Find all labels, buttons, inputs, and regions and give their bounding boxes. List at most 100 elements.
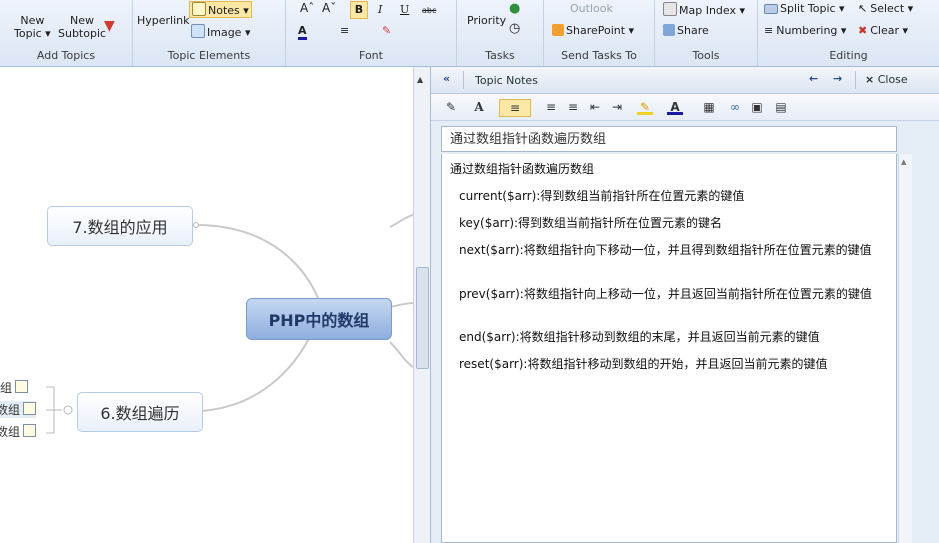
central-topic-label: PHP中的数组 <box>268 311 370 330</box>
scroll-up-arrow-icon[interactable]: ▲ <box>417 75 423 84</box>
new-subtopic-button[interactable]: New Subtopic <box>58 14 106 40</box>
close-icon: × <box>865 73 875 86</box>
topic-7[interactable]: 7.数组的应用 <box>47 206 193 246</box>
image-icon[interactable]: ▣ <box>749 99 765 115</box>
task-icon[interactable]: ● <box>509 2 520 15</box>
font-icon[interactable]: A <box>471 99 487 115</box>
table-icon[interactable]: ▦ <box>701 99 717 115</box>
notes-icon <box>192 2 206 16</box>
callout-icon[interactable]: ▼ <box>104 19 115 33</box>
note-icon[interactable] <box>23 424 37 437</box>
map-canvas[interactable]: 7.数组的应用 PHP中的数组 6.数组遍历 数组 数组 数组 <box>0 67 413 543</box>
group-label-tasks: Tasks <box>485 49 515 62</box>
collapse-dot-topic6 <box>63 405 73 415</box>
hyperlink-button[interactable]: Hyperlink <box>137 14 190 27</box>
note-line: current($arr):得到数组当前指针所在位置元素的键值 <box>459 189 745 203</box>
sharepoint-icon <box>552 24 564 36</box>
topic-6-label: 6.数组遍历 <box>100 404 180 423</box>
group-label-topic-elements: Topic Elements <box>167 49 251 62</box>
image-icon <box>191 24 205 38</box>
connector-right-3 <box>389 341 413 368</box>
group-topic-elements: Hyperlink Notes ▾ Image ▾ Topic Elements <box>133 0 286 66</box>
subtopic-item-3[interactable]: 数组 <box>0 423 37 440</box>
numbering-icon: ≡ <box>764 24 774 37</box>
note-title-field[interactable]: 通过数组指针函数遍历数组 <box>441 126 897 152</box>
align-left-button[interactable]: ≡ <box>499 99 531 117</box>
connector-right-2 <box>389 302 413 308</box>
close-pane-button[interactable]: × Close <box>865 73 908 86</box>
note-editor[interactable]: 通过数组指针函数遍历数组 current($arr):得到数组当前指针所在位置元… <box>441 154 897 543</box>
subtopic-item-1[interactable]: 数组 <box>0 379 29 396</box>
numbered-list-icon[interactable]: ≡ <box>565 99 581 115</box>
new-topic-label-1: New <box>20 14 45 27</box>
group-label-send-tasks-to: Send Tasks To <box>561 49 637 62</box>
map-index-label: Map Index ▾ <box>679 4 746 17</box>
scroll-up-arrow-icon[interactable]: ▲ <box>901 158 906 166</box>
share-button[interactable]: Share <box>663 24 709 37</box>
font-color-icon[interactable]: A <box>667 99 683 115</box>
select-button[interactable]: ↖ Select ▾ <box>858 2 913 15</box>
shrink-font-icon[interactable]: Aˇ <box>322 2 336 15</box>
note-line: 通过数组指针函数遍历数组 <box>450 162 595 176</box>
decrease-indent-icon[interactable]: ⇤ <box>587 99 603 115</box>
topic-notes-header: « Topic Notes ← → × Close <box>431 67 939 94</box>
clear-label: Clear ▾ <box>870 24 909 37</box>
split-topic-label: Split Topic ▾ <box>780 2 845 15</box>
group-font: Aˆ Aˇ B I U abc A ≡ ✎ Font <box>286 0 457 66</box>
canvas-scroll-thumb[interactable] <box>416 267 429 369</box>
back-arrow-icon[interactable]: ← <box>809 72 818 85</box>
share-label: Share <box>677 24 709 37</box>
priority-button[interactable]: Priority <box>467 14 506 27</box>
group-label-font: Font <box>359 49 383 62</box>
forward-arrow-icon[interactable]: → <box>833 72 842 85</box>
split-topic-button[interactable]: Split Topic ▾ <box>764 2 845 15</box>
bold-button[interactable]: B <box>350 1 368 19</box>
align-icon[interactable]: ≡ <box>340 24 349 37</box>
clear-button[interactable]: ✖ Clear ▾ <box>858 24 908 37</box>
format-painter-icon[interactable]: ✎ <box>382 24 391 37</box>
new-topic-label-2: Topic ▾ <box>14 27 51 40</box>
increase-indent-icon[interactable]: ⇥ <box>609 99 625 115</box>
close-label: Close <box>877 73 908 86</box>
underline-button[interactable]: U <box>400 3 409 16</box>
group-label-tools: Tools <box>692 49 720 62</box>
new-topic-button[interactable]: New Topic ▾ <box>14 14 51 40</box>
central-topic[interactable]: PHP中的数组 <box>246 298 392 340</box>
numbering-button[interactable]: ≡ Numbering ▾ <box>764 24 846 37</box>
strikethrough-button[interactable]: abc <box>422 4 436 17</box>
notes-button[interactable]: Notes ▾ <box>189 1 252 18</box>
note-icon[interactable] <box>23 402 37 415</box>
select-label: Select ▾ <box>870 2 914 15</box>
connector-right-1 <box>389 214 413 228</box>
outlook-button[interactable]: Outlook <box>570 2 613 15</box>
format-painter-icon[interactable]: ✎ <box>443 99 459 115</box>
clock-icon[interactable]: ◷ <box>509 22 520 35</box>
topic-notes-title: Topic Notes <box>475 74 538 87</box>
image-label: Image ▾ <box>207 26 251 39</box>
image-button[interactable]: Image ▾ <box>191 24 250 39</box>
group-tools: Map Index ▾ Share Tools <box>655 0 758 66</box>
map-index-button[interactable]: Map Index ▾ <box>663 2 745 17</box>
sharepoint-button[interactable]: SharePoint ▾ <box>552 24 634 37</box>
subtopic-bracket <box>46 386 62 434</box>
collapse-pane-icon[interactable]: « <box>443 72 450 85</box>
header-divider-2 <box>855 71 856 89</box>
font-color-button[interactable]: A <box>298 24 307 40</box>
bullet-list-icon[interactable]: ≡ <box>543 99 559 115</box>
new-subtopic-label-2: Subtopic <box>58 27 107 40</box>
note-line: reset($arr):将数组指针移动到数组的开始，并且返回当前元素的键值 <box>459 357 828 371</box>
topic-6[interactable]: 6.数组遍历 <box>77 392 203 432</box>
subtopic-item-2-label: 数组 <box>0 403 21 417</box>
grow-font-icon[interactable]: Aˆ <box>300 2 314 15</box>
insert-icon[interactable]: ▤ <box>773 99 789 115</box>
highlight-icon[interactable]: ✎ <box>637 99 653 115</box>
link-icon[interactable]: ∞ <box>727 99 743 115</box>
subtopic-item-1-label: 数组 <box>0 381 13 395</box>
note-editor-scrollbar[interactable]: ▲ <box>898 154 912 543</box>
note-icon[interactable] <box>15 380 29 393</box>
notes-toolbar: ✎ A ≡ ≡ ≡ ⇤ ⇥ ✎ A ▦ ∞ ▣ ▤ <box>431 94 939 121</box>
subtopic-item-2[interactable]: 数组 <box>0 401 37 418</box>
note-line: next($arr):将数组指针向下移动一位，并且得到数组指针所在位置元素的键值 <box>459 243 872 257</box>
italic-button[interactable]: I <box>378 3 382 16</box>
canvas-scrollbar[interactable]: ▲ <box>413 67 430 543</box>
